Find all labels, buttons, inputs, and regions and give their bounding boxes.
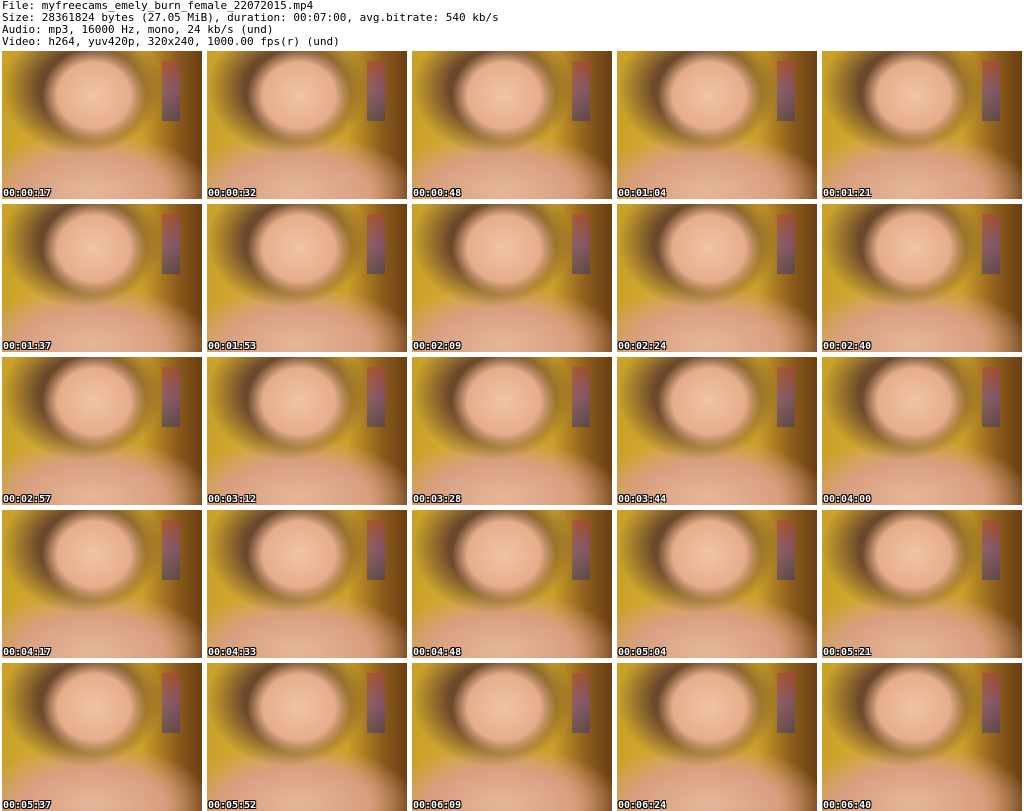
frame-timestamp: 00:02:40 bbox=[823, 341, 872, 352]
video-info-text: Video: h264, yuv420p, 320x240, 1000.00 f… bbox=[2, 35, 340, 48]
frame-timestamp: 00:04:48 bbox=[413, 647, 462, 658]
video-frame-thumbnail: 00:01:04 bbox=[617, 51, 817, 199]
frame-timestamp: 00:04:33 bbox=[208, 647, 257, 658]
frame-timestamp: 00:00:48 bbox=[413, 188, 462, 199]
frame-timestamp: 00:03:12 bbox=[208, 494, 257, 505]
frame-timestamp: 00:02:24 bbox=[618, 341, 667, 352]
video-frame-thumbnail: 00:01:21 bbox=[822, 51, 1022, 199]
frame-timestamp: 00:00:32 bbox=[208, 188, 257, 199]
video-frame-thumbnail: 00:04:00 bbox=[822, 357, 1022, 505]
video-frame-thumbnail: 00:03:12 bbox=[207, 357, 407, 505]
video-frame-thumbnail: 00:05:52 bbox=[207, 663, 407, 811]
thumbnail-grid: 00:00:17 00:00:32 00:00:48 00:01:04 00:0… bbox=[2, 51, 1022, 811]
video-frame-thumbnail: 00:04:33 bbox=[207, 510, 407, 658]
frame-timestamp: 00:01:37 bbox=[3, 341, 52, 352]
frame-timestamp: 00:06:40 bbox=[823, 800, 872, 811]
video-frame-thumbnail: 00:05:21 bbox=[822, 510, 1022, 658]
video-frame-thumbnail: 00:06:09 bbox=[412, 663, 612, 811]
frame-timestamp: 00:04:17 bbox=[3, 647, 52, 658]
video-frame-thumbnail: 00:04:17 bbox=[2, 510, 202, 658]
video-frame-thumbnail: 00:01:53 bbox=[207, 204, 407, 352]
frame-timestamp: 00:00:17 bbox=[3, 188, 52, 199]
frame-timestamp: 00:02:09 bbox=[413, 341, 462, 352]
frame-timestamp: 00:05:52 bbox=[208, 800, 257, 811]
file-info-header: File: myfreecams_emely_burn_female_22072… bbox=[2, 0, 1022, 50]
frame-timestamp: 00:01:04 bbox=[618, 188, 667, 199]
video-frame-thumbnail: 00:02:57 bbox=[2, 357, 202, 505]
video-frame-thumbnail: 00:00:32 bbox=[207, 51, 407, 199]
frame-timestamp: 00:03:44 bbox=[618, 494, 667, 505]
frame-timestamp: 00:04:00 bbox=[823, 494, 872, 505]
video-frame-thumbnail: 00:02:09 bbox=[412, 204, 612, 352]
frame-timestamp: 00:01:21 bbox=[823, 188, 872, 199]
video-frame-thumbnail: 00:02:40 bbox=[822, 204, 1022, 352]
frame-timestamp: 00:06:24 bbox=[618, 800, 667, 811]
video-frame-thumbnail: 00:05:37 bbox=[2, 663, 202, 811]
video-frame-thumbnail: 00:00:17 bbox=[2, 51, 202, 199]
frame-timestamp: 00:05:37 bbox=[3, 800, 52, 811]
frame-timestamp: 00:05:04 bbox=[618, 647, 667, 658]
video-frame-thumbnail: 00:06:24 bbox=[617, 663, 817, 811]
video-frame-thumbnail: 00:03:28 bbox=[412, 357, 612, 505]
frame-timestamp: 00:06:09 bbox=[413, 800, 462, 811]
video-frame-thumbnail: 00:01:37 bbox=[2, 204, 202, 352]
video-frame-thumbnail: 00:03:44 bbox=[617, 357, 817, 505]
video-frame-thumbnail: 00:05:04 bbox=[617, 510, 817, 658]
frame-timestamp: 00:05:21 bbox=[823, 647, 872, 658]
frame-timestamp: 00:03:28 bbox=[413, 494, 462, 505]
video-frame-thumbnail: 00:04:48 bbox=[412, 510, 612, 658]
frame-timestamp: 00:01:53 bbox=[208, 341, 257, 352]
video-frame-thumbnail: 00:00:48 bbox=[412, 51, 612, 199]
frame-timestamp: 00:02:57 bbox=[3, 494, 52, 505]
video-frame-thumbnail: 00:02:24 bbox=[617, 204, 817, 352]
video-frame-thumbnail: 00:06:40 bbox=[822, 663, 1022, 811]
